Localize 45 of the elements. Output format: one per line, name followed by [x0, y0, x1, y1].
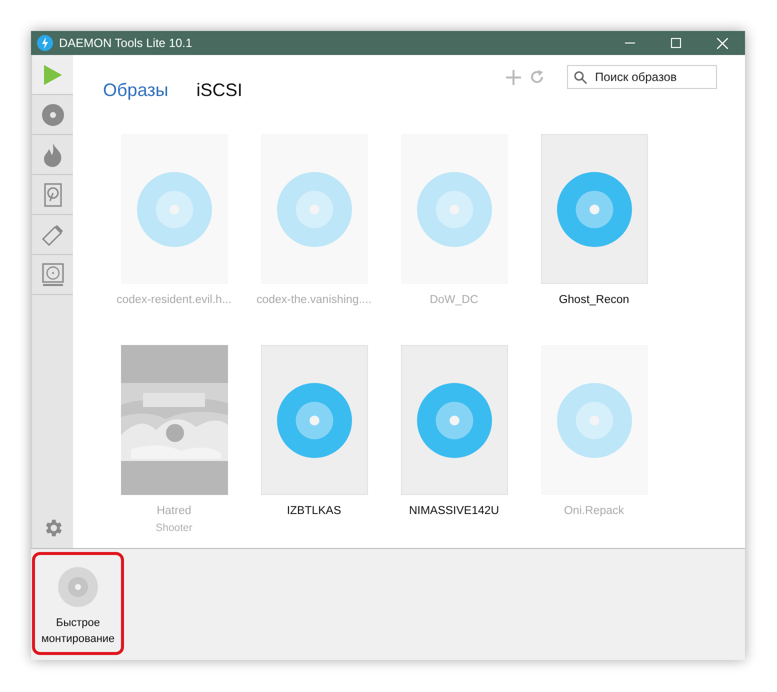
- disc-icon: [556, 172, 632, 246]
- image-card[interactable]: [400, 134, 508, 284]
- image-name: IZBTLKAS: [286, 504, 342, 520]
- disc-icon: [556, 382, 632, 458]
- disc-icon: [416, 172, 492, 246]
- image-card[interactable]: [540, 134, 648, 284]
- image-name: Ghost_Recon: [558, 293, 630, 308]
- refresh-button[interactable]: [529, 69, 545, 85]
- tab[interactable]: iSCSI: [196, 77, 242, 104]
- search-field[interactable]: Поиск образов: [567, 65, 717, 89]
- disc-icon: [58, 567, 98, 607]
- flame-icon: [42, 142, 62, 166]
- disc-icon: [136, 172, 212, 246]
- disc-icon: [42, 104, 64, 126]
- image-name: NIMASSIVE142U: [408, 504, 500, 520]
- image-name: Hatred: [156, 504, 192, 520]
- disc-drive-icon: [42, 262, 64, 286]
- image-card[interactable]: [260, 345, 368, 496]
- maximize-icon: [671, 38, 681, 48]
- image-card[interactable]: [120, 134, 228, 284]
- minimize-icon: [625, 42, 635, 44]
- sidebar-item[interactable]: [32, 55, 73, 95]
- play-icon: [42, 64, 62, 86]
- plus-icon: [506, 70, 521, 84]
- image-card[interactable]: [540, 345, 648, 496]
- disc-icon: [276, 172, 352, 246]
- close-icon: [716, 38, 728, 48]
- image-card[interactable]: [260, 134, 368, 284]
- refresh-icon: [529, 69, 545, 85]
- image-name: codex-resident.evil.h...: [116, 293, 232, 308]
- disc-icon: [416, 382, 492, 458]
- image-name: DoW_DC: [430, 293, 478, 308]
- window-title: DAEMON Tools Lite 10.1: [59, 35, 192, 52]
- disc-icon: [276, 382, 352, 458]
- search-icon: [574, 71, 587, 84]
- quick-mount-button[interactable]: Быстрое монтирование: [32, 552, 124, 655]
- hard-drive-icon: [44, 182, 62, 206]
- image-name: Oni.Repack: [564, 504, 624, 520]
- lightning-logo-icon: [37, 35, 53, 51]
- image-name: codex-the.vanishing....: [256, 293, 372, 308]
- usb-stick-icon: [40, 222, 64, 246]
- add-button[interactable]: [506, 70, 521, 84]
- tab[interactable]: Образы: [103, 77, 168, 104]
- image-card[interactable]: [400, 345, 508, 496]
- image-subtitle: Shooter: [156, 520, 192, 536]
